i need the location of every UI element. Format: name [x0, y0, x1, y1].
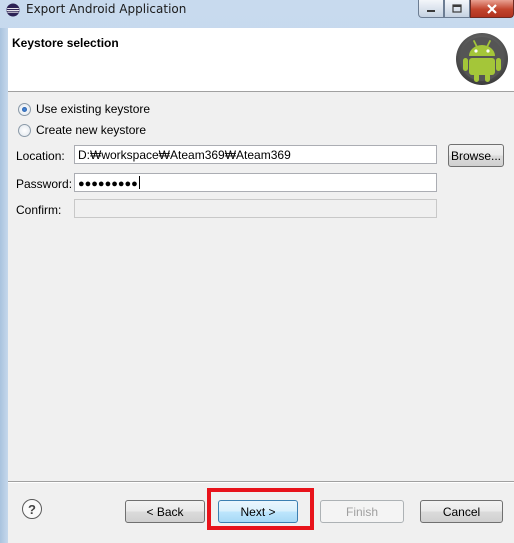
export-dialog-window: Export Android Application Keystore sele…: [0, 0, 514, 543]
back-button[interactable]: < Back: [125, 500, 205, 523]
window-title: Export Android Application: [26, 2, 187, 16]
close-icon: [487, 3, 497, 14]
window-border: [0, 28, 8, 543]
page-title: Keystore selection: [12, 36, 119, 50]
next-button[interactable]: Next >: [218, 500, 298, 523]
location-input[interactable]: D:₩workspace₩Ateam369₩Ateam369: [74, 145, 437, 164]
radio-create-new-keystore[interactable]: Create new keystore: [18, 123, 146, 137]
browse-button[interactable]: Browse...: [448, 144, 504, 167]
maximize-button[interactable]: [444, 0, 470, 18]
minimize-button[interactable]: [418, 0, 444, 18]
radio-label: Use existing keystore: [36, 102, 151, 116]
cancel-button[interactable]: Cancel: [420, 500, 503, 523]
dialog-body: Keystore selection Use existing keystore…: [8, 28, 514, 543]
radio-unchecked-icon: [18, 123, 31, 137]
radio-use-existing-keystore[interactable]: Use existing keystore: [18, 102, 150, 116]
password-label: Password:: [16, 177, 73, 191]
wizard-header: Keystore selection: [8, 28, 514, 92]
help-question-icon[interactable]: ?: [22, 499, 42, 519]
window-controls: [418, 0, 514, 18]
maximize-icon: [452, 4, 462, 13]
location-label: Location:: [16, 149, 65, 163]
title-bar[interactable]: Export Android Application: [0, 0, 514, 20]
text-caret: [138, 176, 140, 189]
finish-button[interactable]: Finish: [320, 500, 404, 523]
footer-separator: [8, 481, 514, 483]
radio-checked-icon: [18, 102, 31, 116]
confirm-input[interactable]: [74, 199, 437, 218]
android-robot-icon: [456, 33, 508, 85]
radio-label: Create new keystore: [36, 123, 147, 137]
close-button[interactable]: [470, 0, 514, 18]
confirm-label: Confirm:: [16, 203, 62, 217]
password-input[interactable]: ●●●●●●●●●: [74, 173, 437, 192]
eclipse-icon: [6, 3, 20, 17]
password-value: ●●●●●●●●●: [78, 178, 138, 190]
minimize-icon: [427, 9, 435, 12]
